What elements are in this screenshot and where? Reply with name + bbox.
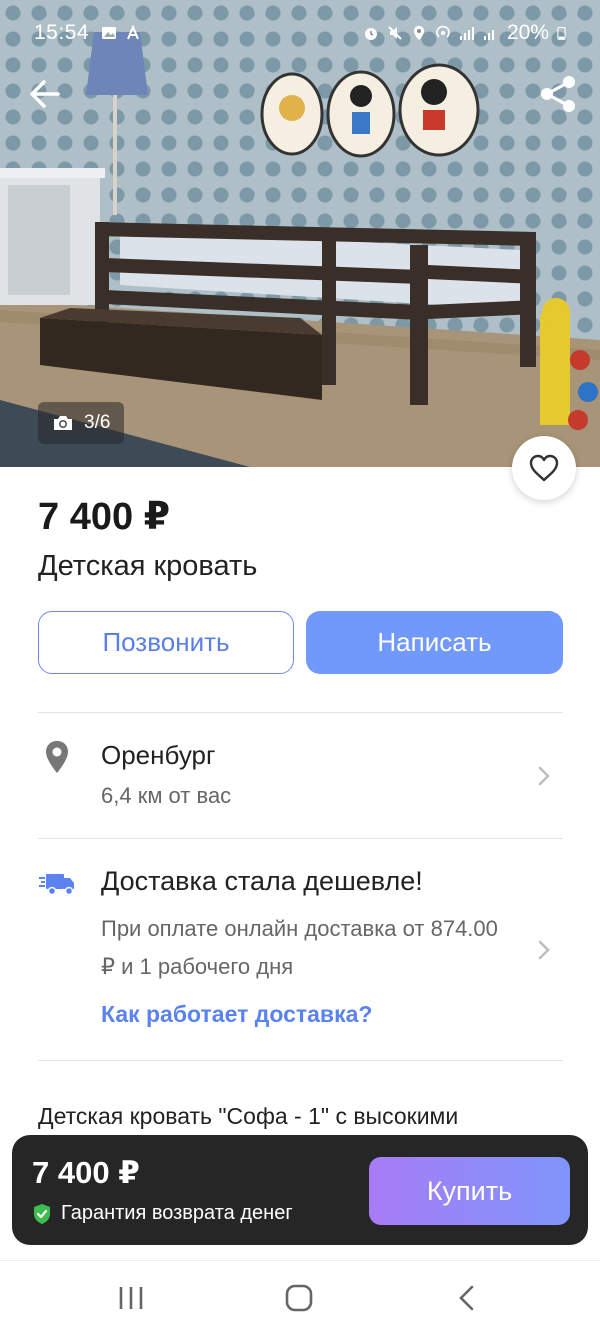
- divider: [38, 712, 563, 713]
- buy-button[interactable]: Купить: [369, 1157, 570, 1225]
- write-button[interactable]: Написать: [306, 611, 563, 674]
- location-city: Оренбург: [101, 740, 216, 770]
- signal-2-icon: [483, 27, 498, 40]
- chevron-right-icon: [538, 940, 550, 960]
- status-time: 15:54: [34, 21, 90, 44]
- photo-counter-text: 3/6: [84, 412, 111, 433]
- shield-check-icon: [34, 1203, 50, 1224]
- heart-outline-icon: [529, 454, 559, 482]
- product-photo[interactable]: 15:54 20% 3/6: [0, 0, 600, 467]
- listing-description: Детская кровать "Софа - 1" с высокими: [38, 1103, 459, 1129]
- buy-bar: 7 400 ₽ Гарантия возврата денег Купить: [12, 1135, 588, 1245]
- guarantee-text: Гарантия возврата денег: [61, 1202, 293, 1224]
- system-navigation-bar: [0, 1260, 600, 1332]
- location-distance: 6,4 км от вас: [101, 783, 232, 808]
- truck-icon: [39, 874, 74, 896]
- battery-percent: 20%: [506, 21, 549, 44]
- bed-photo-illustration: [0, 32, 600, 467]
- camera-icon: [54, 416, 72, 430]
- translate-notification-icon: [127, 25, 139, 40]
- favorite-button[interactable]: [512, 436, 576, 500]
- hotspot-icon: [436, 25, 450, 38]
- location-status-icon: [413, 26, 424, 40]
- nav-back-icon[interactable]: [447, 1283, 487, 1313]
- divider: [38, 838, 563, 839]
- alarm-icon: [364, 28, 377, 40]
- status-bar: 15:54 20%: [0, 0, 600, 66]
- mute-icon: [388, 26, 402, 40]
- buy-bar-price: 7 400 ₽: [32, 1155, 140, 1190]
- delivery-title: Доставка стала дешевле!: [101, 866, 423, 896]
- listing-title: Детская кровать: [38, 550, 258, 582]
- home-icon[interactable]: [279, 1283, 319, 1313]
- delivery-how-it-works-link[interactable]: Как работает доставка?: [101, 1001, 372, 1028]
- share-icon[interactable]: [536, 72, 580, 116]
- signal-1-icon: [459, 27, 474, 40]
- gallery-notification-icon: [102, 27, 117, 39]
- photo-counter: 3/6: [38, 402, 125, 444]
- money-back-guarantee: Гарантия возврата денег: [32, 1202, 293, 1225]
- battery-icon: [557, 27, 566, 40]
- map-pin-icon: [46, 741, 68, 773]
- arrow-left-icon[interactable]: [22, 74, 66, 114]
- call-button[interactable]: Позвонить: [38, 611, 294, 674]
- listing-price: 7 400 ₽: [38, 496, 171, 538]
- recent-apps-icon[interactable]: [111, 1283, 151, 1313]
- delivery-description: При оплате онлайн доставка от 874.00 ₽ и…: [101, 916, 498, 979]
- divider: [38, 1060, 563, 1061]
- chevron-right-icon: [538, 766, 550, 786]
